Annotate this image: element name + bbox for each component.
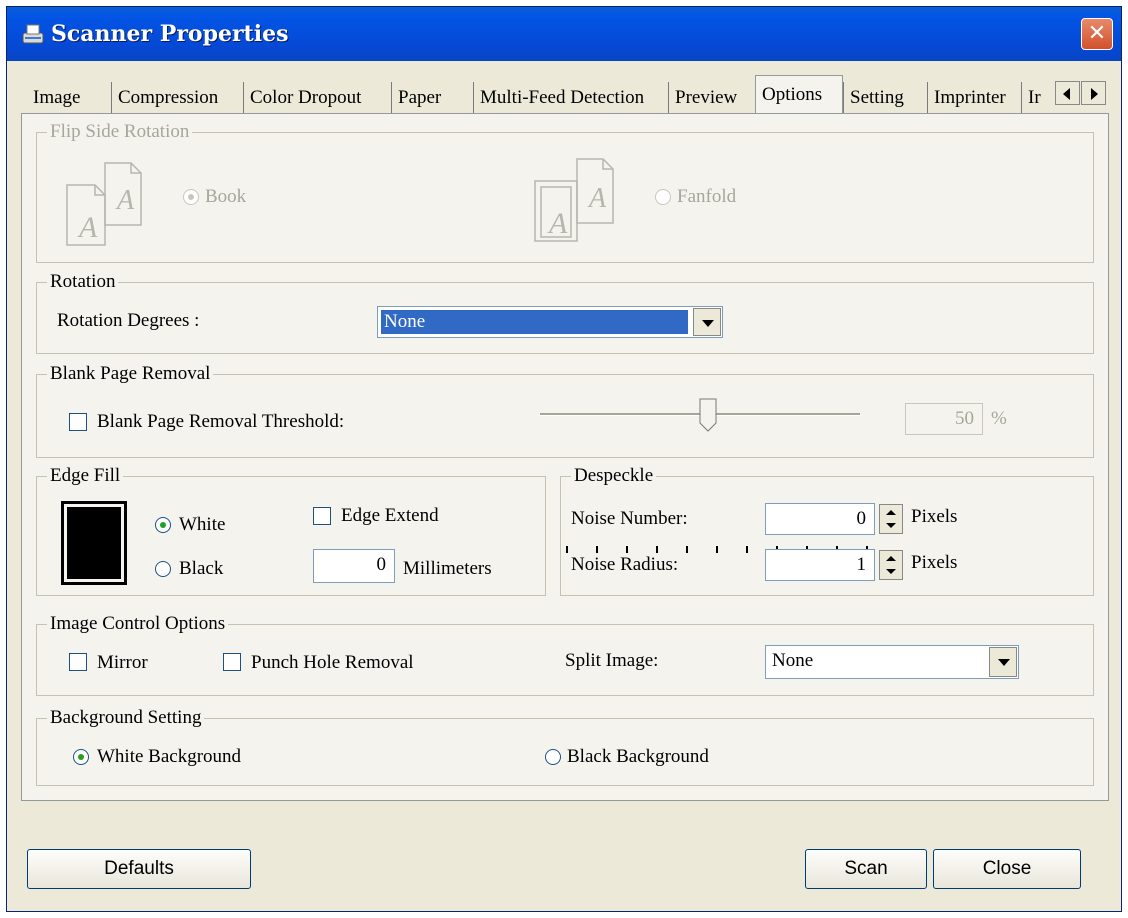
noise-number-unit: Pixels	[911, 506, 958, 527]
book-pages-icon: A A	[63, 157, 153, 252]
rotation-group: Rotation Rotation Degrees : None	[36, 269, 1094, 354]
rotation-degrees-select[interactable]: None	[377, 306, 723, 338]
edge-fill-unit-label: Millimeters	[403, 558, 492, 579]
white-background-radio[interactable]	[73, 749, 89, 765]
black-background-label: Black Background	[567, 746, 709, 767]
edge-fill-white-label: White	[179, 514, 226, 535]
dropdown-arrow-icon[interactable]	[693, 308, 721, 336]
white-background-label: White Background	[97, 746, 242, 767]
tab-scroll-left-button[interactable]	[1055, 81, 1080, 105]
tab-truncated[interactable]: Ir	[1021, 82, 1055, 114]
blank-page-removal-group: Blank Page Removal Blank Page Removal Th…	[36, 361, 1094, 458]
close-window-button[interactable]: ✕	[1081, 18, 1113, 50]
fanfold-label: Fanfold	[677, 186, 737, 207]
edge-fill-black-radio[interactable]	[155, 561, 171, 577]
punch-hole-removal-label: Punch Hole Removal	[251, 652, 414, 673]
flip-side-rotation-group: Flip Side Rotation A A Book A A Fanfold	[36, 119, 1094, 263]
tab-scroll-right-button[interactable]	[1081, 81, 1106, 105]
tab-preview[interactable]: Preview	[668, 82, 743, 114]
noise-radius-input[interactable]: 1	[765, 549, 875, 581]
despeckle-label: Despeckle	[571, 463, 657, 489]
background-setting-label: Background Setting	[47, 705, 205, 731]
scanner-properties-window: Scanner Properties ✕ Image Compression C…	[6, 6, 1122, 912]
tab-color-dropout[interactable]: Color Dropout	[243, 82, 367, 114]
tab-multi-feed-detection[interactable]: Multi-Feed Detection	[473, 82, 650, 114]
edge-fill-group: Edge Fill White Black Edge Extend 0 Mill…	[36, 463, 546, 596]
tab-scroller	[1055, 81, 1107, 105]
black-background-radio[interactable]	[545, 749, 561, 765]
blank-page-threshold-unit: %	[991, 408, 1007, 429]
title-bar[interactable]: Scanner Properties ✕	[7, 7, 1121, 61]
close-icon: ✕	[1087, 21, 1107, 46]
book-label: Book	[205, 186, 247, 207]
rotation-degrees-value: None	[381, 310, 688, 334]
tab-options[interactable]: Options	[755, 75, 843, 114]
tab-paper[interactable]: Paper	[391, 82, 447, 114]
noise-radius-unit: Pixels	[911, 552, 958, 573]
slider-thumb[interactable]	[699, 398, 717, 432]
blank-page-threshold-value[interactable]: 50	[905, 403, 983, 435]
blank-page-removal-label: Blank Page Removal	[47, 361, 214, 387]
noise-number-input[interactable]: 0	[765, 503, 875, 535]
edge-fill-label: Edge Fill	[47, 463, 124, 489]
window-title: Scanner Properties	[51, 21, 289, 47]
edge-fill-preview	[61, 501, 127, 585]
options-panel: Flip Side Rotation A A Book A A Fanfold …	[21, 113, 1109, 801]
punch-hole-removal-checkbox[interactable]	[223, 653, 241, 671]
image-control-options-group: Image Control Options Mirror Punch Hole …	[36, 611, 1094, 696]
background-setting-group: Background Setting White Background Blac…	[36, 705, 1094, 786]
edge-fill-swatch	[67, 507, 121, 579]
split-image-value: None	[772, 650, 814, 671]
rotation-degrees-label: Rotation Degrees :	[57, 310, 200, 331]
edge-extend-label: Edge Extend	[341, 505, 439, 526]
svg-text:A: A	[77, 211, 98, 244]
noise-number-spinner[interactable]	[879, 504, 903, 534]
dropdown-arrow-icon[interactable]	[989, 647, 1017, 677]
noise-radius-label: Noise Radius:	[571, 554, 679, 575]
flip-side-rotation-label: Flip Side Rotation	[47, 119, 193, 145]
split-image-label: Split Image:	[565, 650, 659, 671]
tab-image[interactable]: Image	[27, 82, 86, 114]
tab-compression[interactable]: Compression	[111, 82, 224, 114]
scan-button[interactable]: Scan	[805, 849, 927, 889]
mirror-label: Mirror	[97, 652, 148, 673]
tab-imprinter[interactable]: Imprinter	[927, 82, 1012, 114]
rotation-label: Rotation	[47, 269, 119, 295]
arrow-right-icon	[1091, 88, 1098, 100]
blank-page-threshold-label: Blank Page Removal Threshold:	[97, 411, 345, 432]
defaults-button[interactable]: Defaults	[27, 849, 251, 889]
noise-radius-spinner[interactable]	[879, 550, 903, 580]
arrow-left-icon	[1063, 88, 1070, 100]
image-control-options-label: Image Control Options	[47, 611, 229, 637]
close-button[interactable]: Close	[933, 849, 1081, 889]
fanfold-pages-icon: A A	[533, 153, 629, 254]
book-radio[interactable]	[183, 189, 199, 205]
edge-fill-white-radio[interactable]	[155, 517, 171, 533]
split-image-select[interactable]: None	[765, 645, 1019, 679]
noise-number-label: Noise Number:	[571, 508, 688, 529]
blank-page-removal-checkbox[interactable]	[69, 413, 87, 431]
despeckle-group: Despeckle Noise Number: 0 Pixels Noise R…	[560, 463, 1094, 596]
svg-text:A: A	[115, 185, 135, 216]
scanner-app-icon	[21, 23, 45, 45]
fanfold-radio[interactable]	[655, 189, 671, 205]
edge-fill-amount-input[interactable]: 0	[313, 549, 395, 583]
mirror-checkbox[interactable]	[69, 653, 87, 671]
edge-extend-checkbox[interactable]	[313, 507, 331, 525]
svg-text:A: A	[547, 207, 568, 240]
tab-setting[interactable]: Setting	[843, 82, 910, 114]
edge-fill-black-label: Black	[179, 558, 224, 579]
svg-text:A: A	[587, 183, 607, 214]
